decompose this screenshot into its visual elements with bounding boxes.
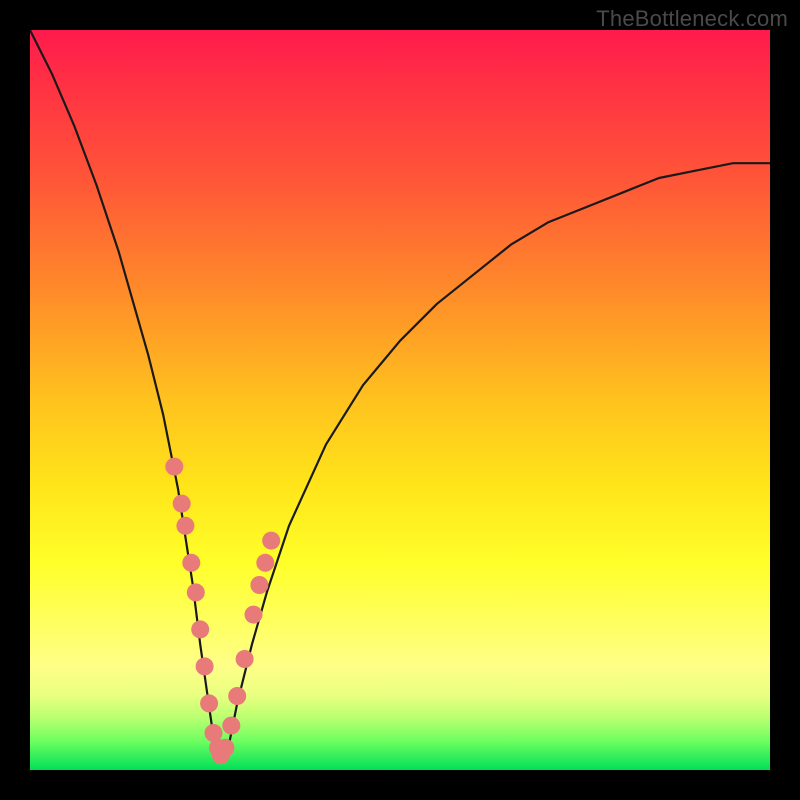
sample-point bbox=[200, 694, 218, 712]
sample-point bbox=[173, 495, 191, 513]
sample-point bbox=[262, 532, 280, 550]
sample-point bbox=[236, 650, 254, 668]
sample-point bbox=[250, 576, 268, 594]
watermark-text: TheBottleneck.com bbox=[596, 6, 788, 32]
sample-point bbox=[256, 554, 274, 572]
sample-point bbox=[176, 517, 194, 535]
sample-point bbox=[182, 554, 200, 572]
sample-point bbox=[222, 717, 240, 735]
plot-area bbox=[30, 30, 770, 770]
bottleneck-curve bbox=[30, 30, 770, 755]
sample-point bbox=[228, 687, 246, 705]
sample-point bbox=[216, 739, 234, 757]
sample-point bbox=[245, 606, 263, 624]
chart-svg bbox=[30, 30, 770, 770]
sample-point-markers bbox=[165, 458, 280, 765]
sample-point bbox=[187, 583, 205, 601]
sample-point bbox=[165, 458, 183, 476]
outer-frame: TheBottleneck.com bbox=[0, 0, 800, 800]
sample-point bbox=[196, 657, 214, 675]
sample-point bbox=[191, 620, 209, 638]
